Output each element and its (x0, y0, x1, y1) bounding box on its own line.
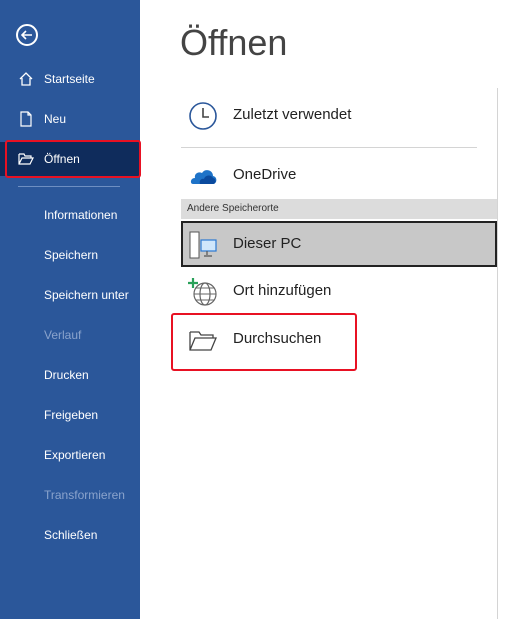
nav-label: Verlauf (44, 328, 82, 342)
location-this-pc[interactable]: Dieser PC (181, 221, 497, 267)
nav-informationen[interactable]: Informationen (0, 198, 140, 232)
nav-transformieren: Transformieren (0, 478, 140, 512)
nav-startseite[interactable]: Startseite (0, 62, 140, 96)
location-label: Zuletzt verwendet (233, 106, 352, 123)
globe-add-icon (188, 278, 217, 306)
nav-freigeben[interactable]: Freigeben (0, 398, 140, 432)
nav-label: Neu (44, 112, 67, 126)
nav-verlauf: Verlauf (0, 318, 140, 352)
location-label: Ort hinzufügen (233, 282, 332, 299)
location-label: Dieser PC (233, 235, 302, 252)
clock-icon (189, 102, 217, 130)
group-header-label: Andere Speicherorte (187, 203, 279, 214)
highlight-box-durchsuchen (171, 313, 357, 371)
backstage-sidebar: Startseite Neu Öffnen Informationen Spei… (0, 0, 141, 619)
nav-label: Freigeben (44, 408, 99, 422)
nav-neu[interactable]: Neu (0, 102, 140, 136)
nav-exportieren[interactable]: Exportieren (0, 438, 140, 472)
location-onedrive[interactable]: OneDrive (181, 152, 497, 198)
sidebar-divider (18, 186, 120, 187)
nav-speichern-unter[interactable]: Speichern unter (0, 278, 140, 312)
location-add-place[interactable]: Ort hinzufügen (181, 268, 497, 314)
location-recent[interactable]: Zuletzt verwendet (181, 92, 497, 138)
computer-icon (189, 231, 217, 259)
new-document-icon (20, 111, 32, 127)
home-icon (19, 72, 33, 86)
nav-label: Speichern unter (44, 288, 129, 302)
nav-label: Drucken (44, 368, 89, 382)
nav-speichern[interactable]: Speichern (0, 238, 140, 272)
back-button[interactable] (16, 24, 38, 46)
nav-schliessen[interactable]: Schließen (0, 518, 140, 552)
nav-label: Exportieren (44, 448, 106, 462)
nav-label: Speichern (44, 248, 99, 262)
panel-divider (497, 88, 498, 619)
nav-label: Informationen (44, 208, 118, 222)
page-title: Öffnen (180, 22, 288, 63)
group-header-other-locations: Andere Speicherorte (181, 199, 497, 219)
nav-label: Startseite (44, 72, 95, 86)
arrow-left-icon (20, 30, 32, 40)
location-label: OneDrive (233, 166, 297, 183)
nav-drucken[interactable]: Drucken (0, 358, 140, 392)
highlight-box-oeffnen (5, 140, 141, 178)
nav-label: Schließen (44, 528, 98, 542)
location-separator (181, 147, 477, 148)
nav-label: Transformieren (44, 488, 125, 502)
cloud-icon (190, 170, 217, 184)
